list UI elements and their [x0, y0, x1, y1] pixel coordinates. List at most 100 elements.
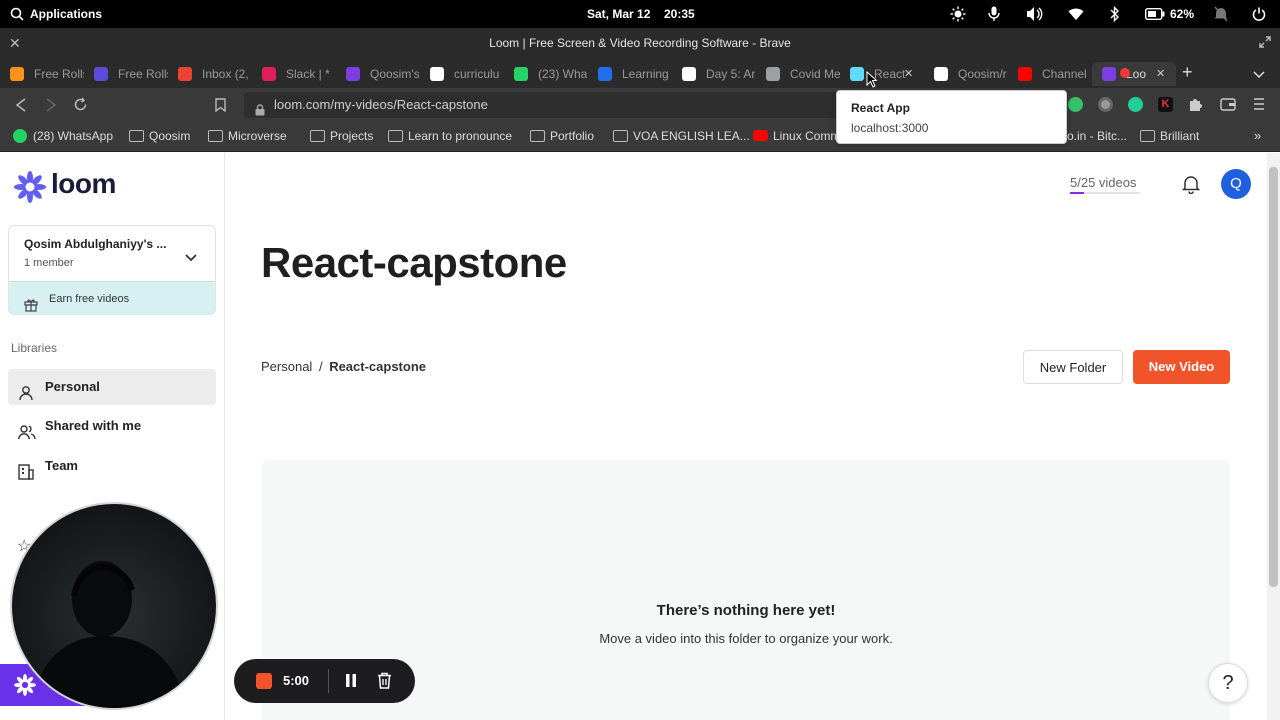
browser-tab[interactable]: Loo ✕ — [1092, 62, 1176, 86]
video-count-label: 5/25 videos — [1070, 175, 1137, 190]
sidebar-item-team[interactable]: Team — [8, 448, 216, 484]
video-usage-bar — [1070, 192, 1140, 194]
browser-tab[interactable]: React ✕ — [840, 62, 924, 86]
loom-launcher-icon — [14, 674, 36, 696]
bluetooth-icon[interactable] — [1110, 0, 1120, 28]
bookmark-projects[interactable]: Projects — [310, 122, 373, 150]
bookmark-linux-commands[interactable]: Linux Comm — [753, 122, 837, 150]
volume-icon[interactable] — [1026, 0, 1044, 28]
video-count[interactable]: 5/25 videos — [1070, 175, 1140, 194]
tab-favicon-icon — [178, 67, 192, 81]
browser-tab[interactable]: Day 5: Ar — [672, 62, 756, 86]
browser-tab[interactable]: Learning — [588, 62, 672, 86]
back-icon[interactable] — [15, 98, 27, 117]
restore-window-icon[interactable] — [1259, 36, 1271, 51]
browser-tab[interactable]: Free Rolls — [0, 62, 84, 86]
sidebar-item-personal[interactable]: Personal — [8, 369, 216, 405]
browser-tab[interactable]: Free Rolls — [84, 62, 168, 86]
browser-tab[interactable]: Inbox (2, — [168, 62, 252, 86]
battery-icon[interactable] — [1144, 0, 1165, 28]
bookmark-page-icon[interactable] — [215, 98, 226, 117]
delete-recording-icon[interactable] — [377, 672, 392, 694]
browser-tab-bar: Free Rolls Free Rolls Inbox (2, Slack | * Qo… — [0, 58, 1280, 88]
browser-tab[interactable]: (23) Wha — [504, 62, 588, 86]
extension-k-icon[interactable]: K — [1158, 97, 1173, 112]
chevron-down-icon[interactable] — [185, 249, 197, 267]
pause-icon[interactable] — [345, 673, 357, 693]
new-tab-icon[interactable]: + — [1182, 62, 1193, 83]
loom-logo-icon — [14, 171, 46, 203]
extension-grammar-icon[interactable] — [1128, 97, 1143, 112]
close-tab-icon[interactable]: ✕ — [1156, 62, 1165, 86]
sidebar-item-shared[interactable]: Shared with me — [8, 408, 216, 444]
help-button[interactable]: ? — [1208, 663, 1248, 703]
bookmark-voa-english[interactable]: VOA ENGLISH LEA... — [613, 122, 750, 150]
new-video-button[interactable]: New Video — [1133, 350, 1230, 384]
wifi-icon[interactable] — [1068, 0, 1084, 28]
stop-recording-icon[interactable] — [256, 673, 272, 689]
scrollbar-thumb[interactable] — [1269, 167, 1278, 587]
video-usage-fill — [1070, 192, 1084, 194]
brightness-icon[interactable] — [950, 0, 966, 28]
system-date[interactable]: Sat, Mar 12 — [587, 0, 650, 28]
folder-icon — [129, 130, 144, 142]
breadcrumb: Personal / React-capstone — [261, 359, 426, 374]
extension-green-icon[interactable] — [1068, 97, 1083, 112]
tab-label: Free Rolls — [34, 67, 84, 81]
folder-icon — [208, 130, 223, 142]
bookmark-microverse[interactable]: Microverse — [208, 122, 287, 150]
power-icon[interactable] — [1252, 0, 1266, 28]
breadcrumb-personal[interactable]: Personal — [261, 359, 312, 374]
avatar[interactable]: Q — [1221, 169, 1251, 199]
applications-menu[interactable]: Applications — [30, 0, 102, 28]
tab-favicon-icon — [598, 67, 612, 81]
tab-list-chevron-icon[interactable] — [1253, 66, 1265, 84]
browser-tab[interactable]: Channel — [1008, 62, 1092, 86]
bookmark-brilliant[interactable]: Brilliant — [1140, 122, 1199, 150]
browser-tab[interactable]: Covid Me — [756, 62, 840, 86]
bookmark-portfolio[interactable]: Portfolio — [530, 122, 594, 150]
browser-tab[interactable]: Qoosim/r — [924, 62, 1008, 86]
bookmark-whatsapp[interactable]: (28) WhatsApp — [13, 122, 113, 150]
gift-icon — [24, 292, 38, 326]
browser-tab[interactable]: curriculu — [420, 62, 504, 86]
tab-favicon-icon — [346, 67, 360, 81]
extensions-puzzle-icon[interactable] — [1188, 97, 1203, 117]
folder-icon — [530, 130, 545, 142]
forward-icon[interactable] — [45, 98, 57, 117]
notifications-bell-icon[interactable] — [1181, 174, 1201, 199]
camera-bubble[interactable] — [10, 502, 218, 710]
browser-tab[interactable]: Slack | * — [252, 62, 336, 86]
address-bar[interactable]: loom.com/my-videos/React-capstone — [244, 92, 844, 118]
tab-label: Covid Me — [790, 67, 840, 81]
extension-grey-icon[interactable] — [1098, 97, 1113, 112]
webcam-person-silhouette — [32, 561, 187, 708]
tab-label: Learning — [622, 67, 669, 81]
url-text[interactable]: loom.com/my-videos/React-capstone — [274, 97, 488, 112]
page-title[interactable]: React-capstone — [261, 239, 567, 287]
new-folder-button[interactable]: New Folder — [1023, 350, 1123, 384]
bookmark-learn-to-pronounce[interactable]: Learn to pronounce — [388, 122, 512, 150]
wallet-icon[interactable] — [1220, 97, 1236, 116]
whatsapp-icon — [13, 129, 27, 143]
loom-logo[interactable]: loom — [14, 168, 116, 208]
bookmark-qoosim[interactable]: Qoosim — [129, 122, 190, 150]
browser-tab[interactable]: Qoosim's — [336, 62, 420, 86]
notifications-off-icon[interactable] — [1214, 0, 1228, 28]
system-time[interactable]: 20:35 — [664, 0, 695, 28]
tab-favicon-icon — [1102, 67, 1116, 81]
microphone-icon[interactable] — [988, 0, 1000, 28]
window-title-bar: ✕ Loom | Free Screen & Video Recording S… — [0, 28, 1280, 58]
search-icon[interactable] — [10, 0, 24, 28]
bookmark-label: Learn to pronounce — [408, 129, 513, 143]
close-tab-icon[interactable]: ✕ — [904, 62, 913, 86]
bookmark-label: Portfolio — [550, 129, 595, 143]
reload-icon[interactable] — [73, 97, 88, 117]
workspace-switcher[interactable]: Qosim Abdulghaniyy's ... 1 member Earn f… — [8, 225, 216, 315]
more-bookmarks-icon[interactable]: » — [1254, 128, 1261, 143]
earn-free-videos[interactable]: Earn free videos — [9, 281, 215, 315]
youtube-icon — [753, 130, 768, 141]
page-scrollbar[interactable] — [1267, 153, 1280, 720]
sidebar-item-label: Personal — [45, 379, 100, 394]
browser-menu-icon[interactable] — [1253, 97, 1265, 116]
